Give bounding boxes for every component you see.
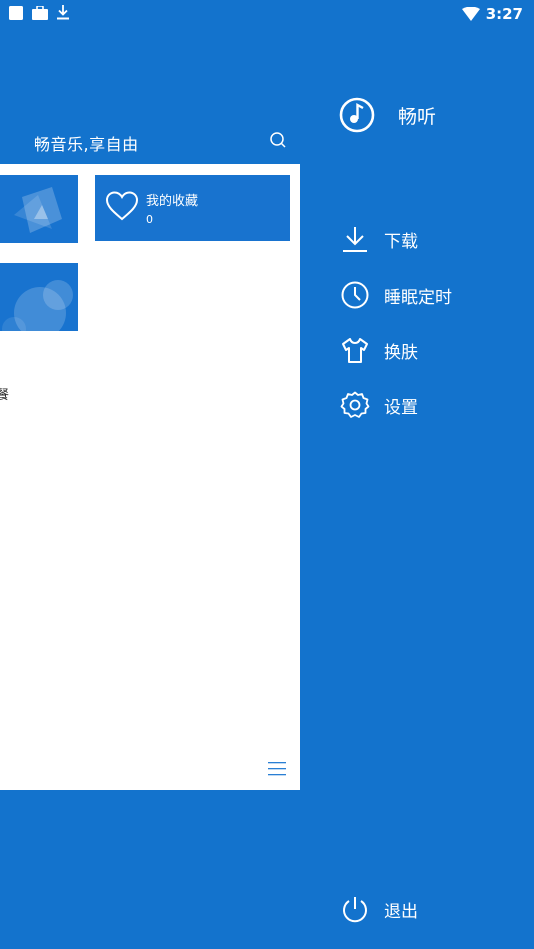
- music-note-logo-icon: [339, 97, 375, 133]
- menu-label-skin: 换肤: [384, 342, 418, 363]
- recent-play-tile[interactable]: [0, 263, 78, 331]
- exit-button[interactable]: 退出: [340, 892, 418, 926]
- circles-decoration-icon: [2, 280, 73, 331]
- app-name: 畅听: [398, 105, 437, 128]
- menu-item-skin[interactable]: 换肤: [340, 333, 510, 367]
- main-panel[interactable]: 畅音乐,享自由 我的收藏 0 餐: [0, 0, 300, 790]
- menu-label-settings: 设置: [384, 397, 418, 418]
- download-icon: [343, 227, 367, 252]
- menu-label-download: 下载: [384, 231, 418, 252]
- hamburger-icon[interactable]: [268, 762, 286, 776]
- menu-label-sleep-timer: 睡眠定时: [384, 287, 452, 308]
- menu-item-download[interactable]: 下载: [340, 222, 510, 256]
- shirt-icon: [342, 338, 368, 363]
- favorites-tile[interactable]: 我的收藏 0: [95, 175, 290, 241]
- power-icon: [343, 897, 367, 923]
- favorites-label: 我的收藏: [146, 194, 199, 209]
- status-right: 3:27: [461, 5, 523, 23]
- gear-icon: [340, 391, 370, 418]
- menu-item-sleep-timer[interactable]: 睡眠定时: [340, 278, 510, 312]
- heart-icon: [105, 191, 139, 221]
- favorites-count: 0: [146, 213, 153, 226]
- drawer-brand: 畅听: [338, 96, 436, 134]
- main-header: 畅音乐,享自由: [0, 118, 300, 164]
- local-music-tile[interactable]: [0, 175, 78, 243]
- menu-item-settings[interactable]: 设置: [340, 388, 510, 422]
- search-icon[interactable]: [268, 130, 288, 150]
- main-content: 我的收藏 0 餐 !: [0, 164, 300, 790]
- cube-decoration-icon: [14, 187, 62, 233]
- clock-icon: [341, 281, 369, 309]
- exit-label: 退出: [384, 901, 418, 922]
- wifi-icon: [461, 7, 480, 21]
- partial-text-1: 餐: [0, 388, 10, 403]
- slogan-title: 畅音乐,享自由: [34, 135, 139, 154]
- status-time: 3:27: [485, 5, 523, 23]
